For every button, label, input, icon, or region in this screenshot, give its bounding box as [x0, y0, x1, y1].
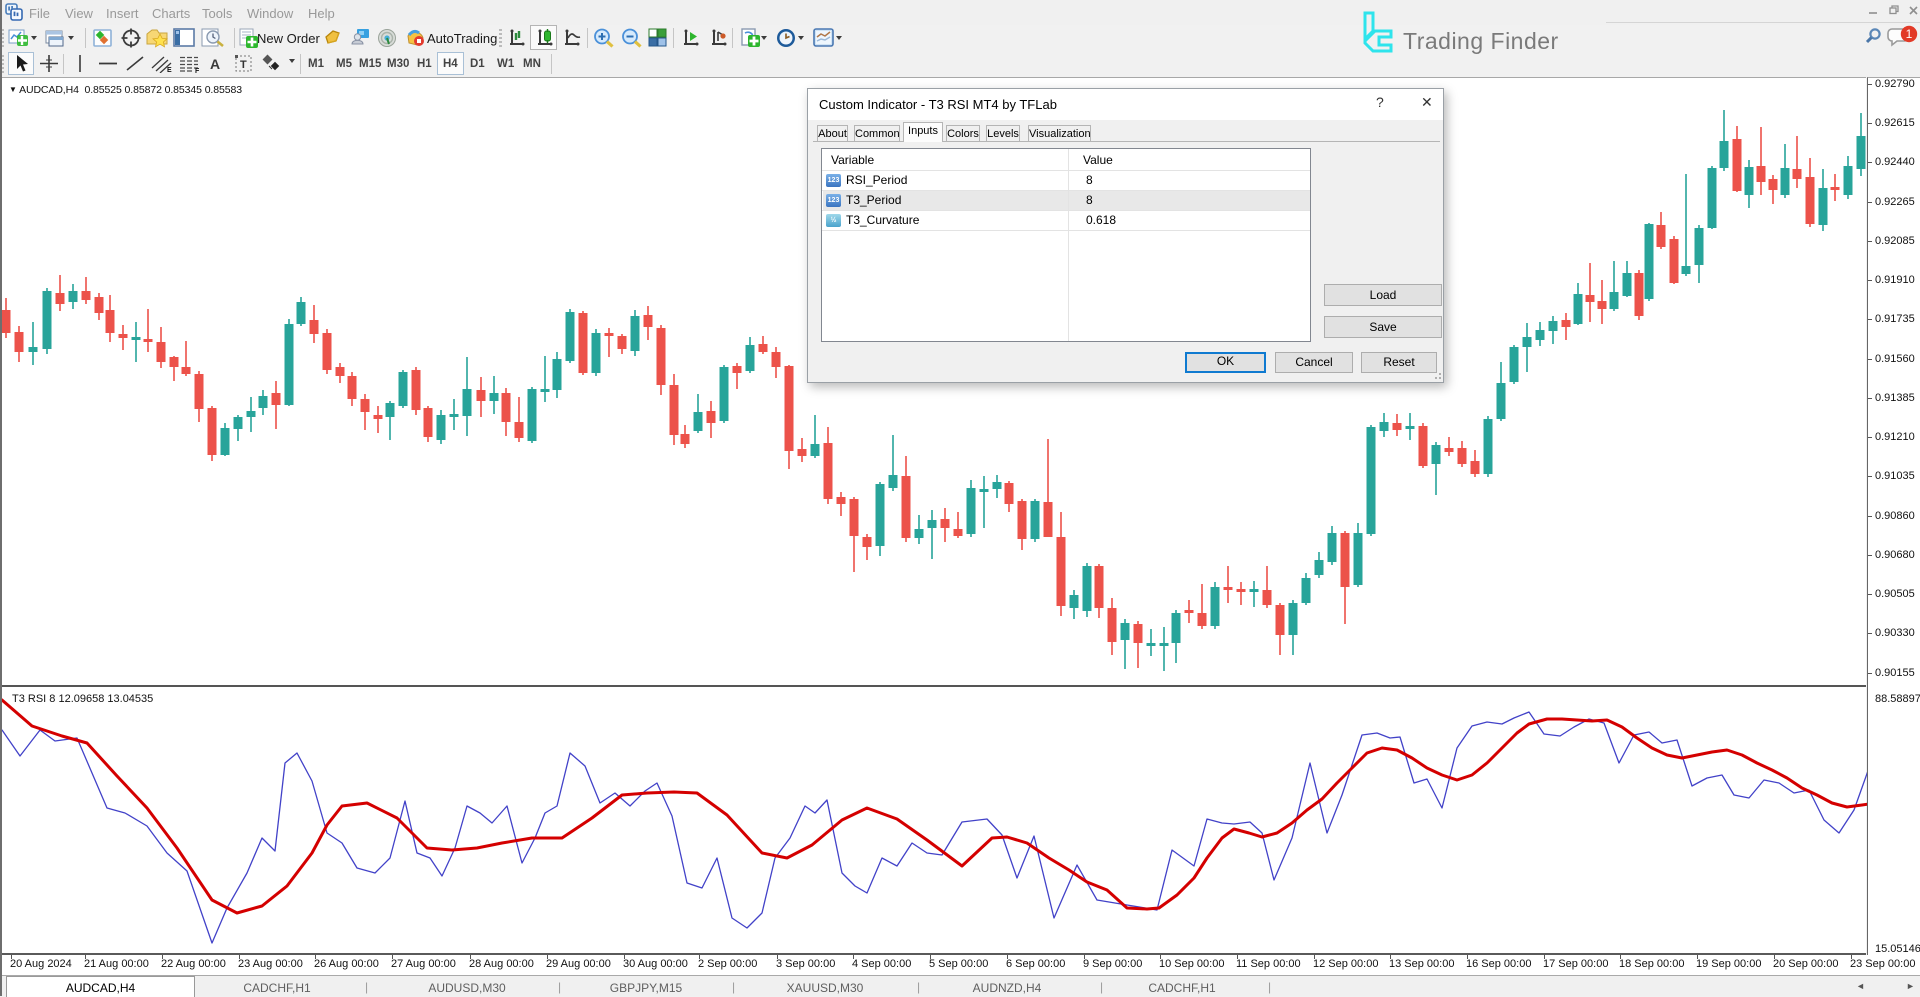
svg-text:F: F: [195, 68, 200, 73]
svg-text:T: T: [240, 59, 247, 71]
svg-text:1: 1: [1906, 27, 1913, 41]
svg-text:E: E: [167, 67, 172, 73]
